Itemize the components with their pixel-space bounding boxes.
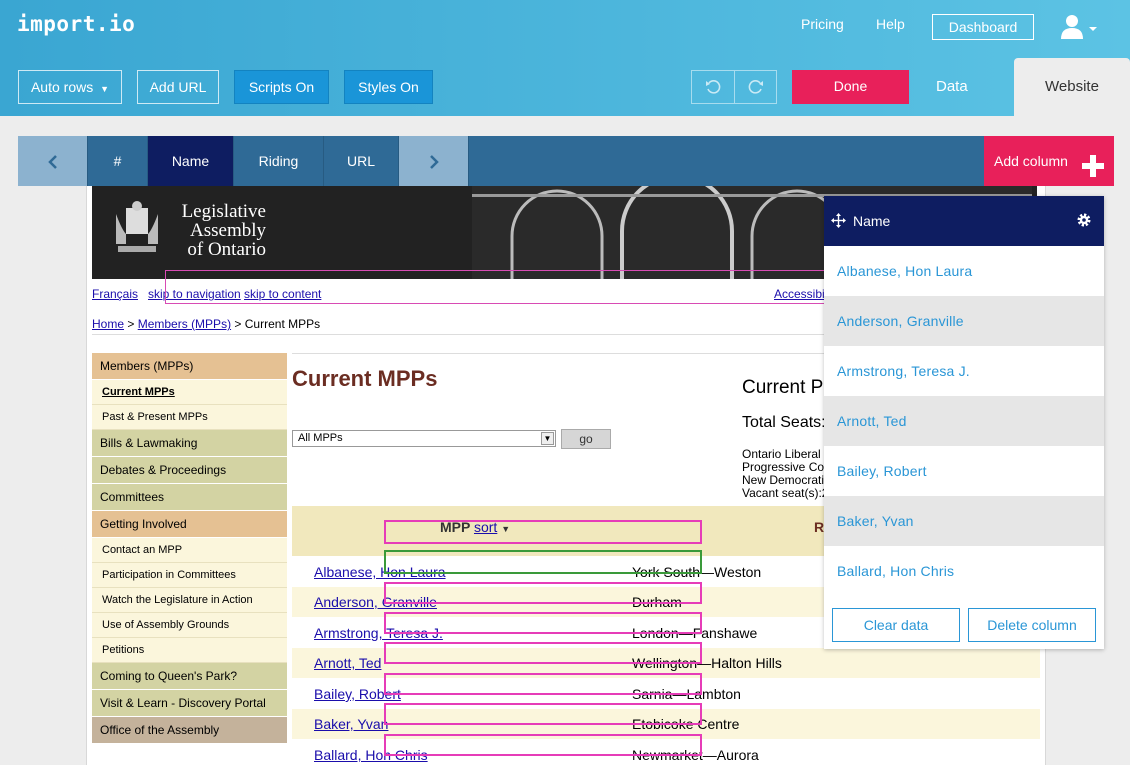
- column-tab-index[interactable]: #: [88, 136, 148, 186]
- selection-highlight: [384, 703, 702, 725]
- column-tab-url[interactable]: URL: [324, 136, 399, 186]
- add-column-label: Add column: [994, 153, 1068, 169]
- side-navigation: Members (MPPs) Current MPPs Past & Prese…: [92, 353, 287, 744]
- breadcrumb-members[interactable]: Members (MPPs): [138, 317, 231, 331]
- panel-header: Name: [824, 196, 1104, 246]
- nav-item-current-mpps[interactable]: Current MPPs: [92, 380, 287, 405]
- panel-value-row[interactable]: Albanese, Hon Laura: [824, 246, 1104, 296]
- nav-item-debates[interactable]: Debates & Proceedings: [92, 457, 287, 484]
- pricing-link[interactable]: Pricing: [801, 16, 844, 32]
- nav-item-committees[interactable]: Committees: [92, 484, 287, 511]
- nav-item-participation[interactable]: Participation in Committees: [92, 563, 287, 588]
- panel-value-row[interactable]: Ballard, Hon Chris: [824, 546, 1104, 596]
- accessibility-link[interactable]: Accessibi: [774, 287, 825, 301]
- breadcrumb-home[interactable]: Home: [92, 317, 124, 331]
- caret-down-icon: ▼: [100, 84, 110, 94]
- total-seats: Total Seats:: [742, 414, 826, 431]
- panel-title: Name: [853, 213, 891, 229]
- column-tab-name[interactable]: Name: [148, 136, 234, 186]
- nav-item-getting-involved[interactable]: Getting Involved: [92, 511, 287, 538]
- nav-item-grounds[interactable]: Use of Assembly Grounds: [92, 613, 287, 638]
- panel-value-row[interactable]: Baker, Yvan: [824, 496, 1104, 546]
- nav-item-watch[interactable]: Watch the Legislature in Action: [92, 588, 287, 613]
- page-title: Current MPPs: [292, 366, 438, 391]
- selection-highlight: [384, 612, 702, 634]
- undo-redo-group: [691, 70, 777, 104]
- move-icon[interactable]: [831, 213, 846, 228]
- nav-item-past-mpps[interactable]: Past & Present MPPs: [92, 405, 287, 430]
- nav-item-discovery[interactable]: Visit & Learn - Discovery Portal: [92, 690, 287, 717]
- panel-value-row[interactable]: Armstrong, Teresa J.: [824, 346, 1104, 396]
- user-icon[interactable]: [1060, 13, 1098, 41]
- panel-value-row[interactable]: Anderson, Granville: [824, 296, 1104, 346]
- skip-navigation-link[interactable]: skip to navigation: [148, 287, 241, 301]
- add-url-button[interactable]: Add URL: [137, 70, 219, 104]
- nav-item-queens-park[interactable]: Coming to Queen's Park?: [92, 663, 287, 690]
- clear-data-button[interactable]: Clear data: [832, 608, 960, 642]
- panel-value-row[interactable]: Bailey, Robert: [824, 446, 1104, 496]
- auto-rows-button[interactable]: Auto rows ▼: [18, 70, 122, 104]
- selection-guide-line: [165, 270, 166, 304]
- crest-icon: [112, 200, 162, 258]
- prev-column-button[interactable]: [18, 136, 88, 186]
- undo-icon[interactable]: [704, 78, 722, 96]
- column-tab-riding[interactable]: Riding: [234, 136, 324, 186]
- dashboard-button[interactable]: Dashboard: [932, 14, 1034, 40]
- nav-item-petitions[interactable]: Petitions: [92, 638, 287, 663]
- tab-website[interactable]: Website: [1014, 58, 1130, 116]
- francais-link[interactable]: Français: [92, 287, 138, 301]
- redo-icon[interactable]: [747, 78, 765, 96]
- plus-icon: [1081, 148, 1105, 177]
- party-standing: Vacant seat(s):2: [742, 486, 829, 500]
- selection-highlight: [384, 734, 702, 756]
- app-logo[interactable]: import.io: [17, 12, 135, 36]
- done-button[interactable]: Done: [792, 70, 909, 104]
- chevron-down-icon: [1089, 27, 1097, 31]
- column-bar: # Name Riding URL Add column: [18, 136, 1114, 186]
- chevron-left-icon: [46, 153, 60, 170]
- nav-item-office[interactable]: Office of the Assembly: [92, 717, 287, 744]
- chevron-right-icon: [427, 153, 441, 170]
- auto-rows-label: Auto rows: [30, 79, 94, 95]
- selection-highlight: [384, 582, 702, 604]
- selection-highlight-active: [384, 550, 702, 574]
- nav-item-contact-mpp[interactable]: Contact an MPP: [92, 538, 287, 563]
- top-bar: import.io Pricing Help Dashboard: [0, 0, 1130, 56]
- breadcrumb: Home > Members (MPPs) > Current MPPs: [92, 317, 321, 331]
- add-column-button[interactable]: Add column: [984, 136, 1114, 186]
- skip-content-link[interactable]: skip to content: [244, 287, 321, 301]
- mpp-name-link[interactable]: Arnott, Ted: [314, 648, 381, 678]
- panel-value-row[interactable]: Arnott, Ted: [824, 396, 1104, 446]
- nav-item-members[interactable]: Members (MPPs): [92, 353, 287, 380]
- delete-column-button[interactable]: Delete column: [968, 608, 1096, 642]
- mpp-filter-select[interactable]: All MPPs ▼: [292, 430, 556, 447]
- scripts-toggle-button[interactable]: Scripts On: [234, 70, 329, 104]
- column-header-riding: R: [814, 519, 825, 535]
- styles-toggle-button[interactable]: Styles On: [344, 70, 433, 104]
- selection-highlight: [384, 642, 702, 664]
- selection-highlight: [384, 673, 702, 695]
- tab-data[interactable]: Data: [936, 78, 968, 95]
- mpp-name-link[interactable]: Baker, Yvan: [314, 709, 388, 739]
- help-link[interactable]: Help: [876, 16, 905, 32]
- site-banner-title: Legislative Assembly of Ontario: [181, 201, 266, 260]
- nav-item-bills[interactable]: Bills & Lawmaking: [92, 430, 287, 457]
- selection-highlight: [384, 520, 702, 544]
- next-column-button[interactable]: [399, 136, 469, 186]
- breadcrumb-current: Current MPPs: [244, 317, 321, 331]
- select-arrow-icon: ▼: [541, 432, 554, 445]
- column-preview-panel: Name Albanese, Hon Laura Anderson, Granv…: [824, 196, 1104, 649]
- go-button[interactable]: go: [561, 429, 611, 449]
- gear-icon[interactable]: [1076, 212, 1092, 228]
